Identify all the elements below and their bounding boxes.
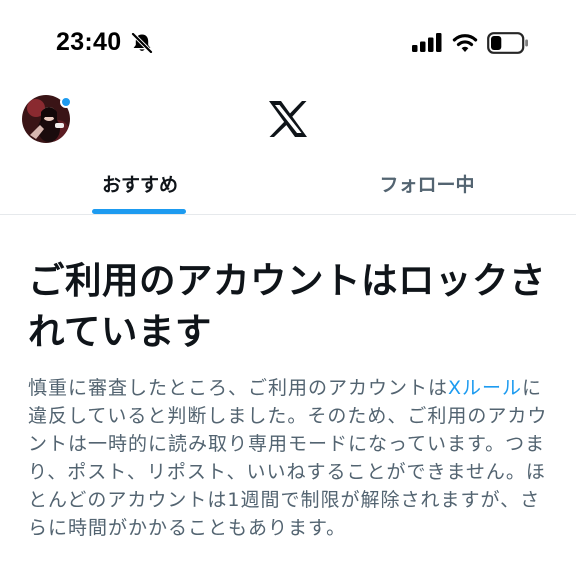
lock-message-text-2: に違反していると判断しました。そのため、ご利用のアカウントは一時的に読み取り専用… <box>28 377 548 539</box>
tab-following[interactable]: フォロー中 <box>327 170 527 210</box>
x-logo-icon[interactable] <box>268 100 308 138</box>
status-bar: 23:40 <box>0 0 576 80</box>
wifi-icon <box>452 34 478 52</box>
status-time: 23:40 <box>56 28 122 56</box>
home-header: おすすめ フォロー中 <box>0 80 576 215</box>
lock-message-text-1: 慎重に審査したところ、ご利用のアカウントは <box>28 377 449 399</box>
notification-dot <box>60 96 72 108</box>
x-rules-link[interactable]: Xルール <box>448 377 522 399</box>
active-tab-indicator <box>92 209 186 214</box>
lock-title: ご利用のアカウントはロックされています <box>28 259 546 353</box>
tab-recommended[interactable]: おすすめ <box>40 170 240 210</box>
lock-message: 慎重に審査したところ、ご利用のアカウントはXルールに違反していると判断しました。… <box>28 374 553 542</box>
battery-icon <box>487 32 528 54</box>
bell-slash-icon <box>131 33 153 53</box>
cellular-signal-icon <box>412 33 442 52</box>
